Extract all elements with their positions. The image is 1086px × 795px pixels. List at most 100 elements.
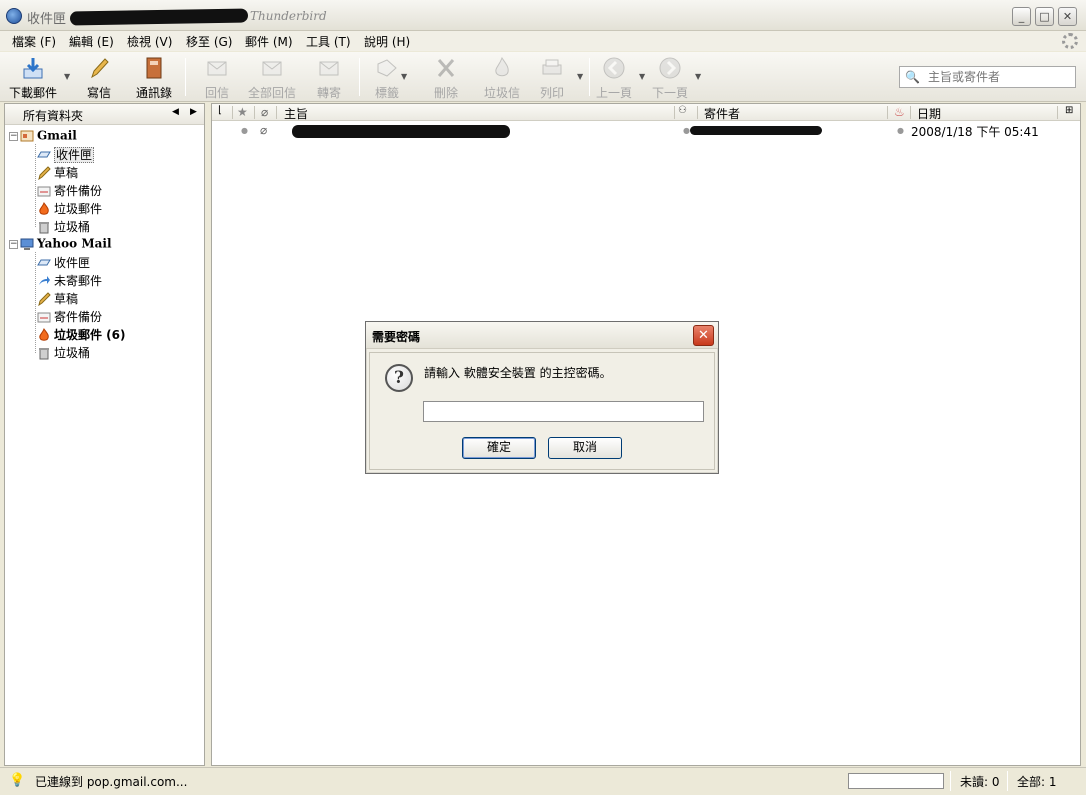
search-icon[interactable]: 🔍 xyxy=(905,70,920,84)
outbox-icon xyxy=(39,275,50,285)
get-mail-dropdown-icon[interactable]: ▼ xyxy=(64,72,70,81)
folder-pane-header: 所有資料夾 ◀ ▶ xyxy=(5,104,204,125)
status-text: 已連線到 pop.gmail.com... xyxy=(35,775,188,789)
close-window-button[interactable]: ✕ xyxy=(1058,7,1077,26)
folder-pane: 所有資料夾 ◀ ▶ − Gmail 收件匣 草稿 寄件備份 垃圾郵件 垃圾桶 −… xyxy=(4,103,205,766)
folder-yahoo-junk[interactable]: 垃圾郵件 (6) xyxy=(37,326,126,344)
next-dropdown-icon[interactable]: ▼ xyxy=(695,72,701,81)
junk-status-column-icon[interactable]: ♨ xyxy=(894,105,905,120)
back-dropdown-icon[interactable]: ▼ xyxy=(639,72,645,81)
reply-all-button[interactable]: 全部回信 xyxy=(246,56,298,100)
date-column-header[interactable]: 日期 xyxy=(917,105,941,121)
thread-columns-header: ⌊ ★ ⌀ 主旨 ⚇ 寄件者 ♨ 日期 ⊞ xyxy=(212,104,1080,121)
account-gmail[interactable]: Gmail xyxy=(20,128,77,146)
compose-button[interactable]: 寫信 xyxy=(80,56,118,100)
print-button[interactable]: 列印 xyxy=(537,56,567,100)
subject-column-header[interactable]: 主旨 xyxy=(284,105,308,121)
folder-yahoo-outbox[interactable]: 未寄郵件 xyxy=(37,272,102,290)
folder-yahoo-drafts[interactable]: 草稿 xyxy=(37,290,78,308)
folder-view-next-icon[interactable]: ▶ xyxy=(190,107,197,117)
folder-gmail-inbox[interactable]: 收件匣 xyxy=(37,146,95,164)
trash-icon xyxy=(39,221,49,233)
folder-yahoo-inbox[interactable]: 收件匣 xyxy=(37,254,90,272)
offline-status-bulb-icon[interactable]: 💡 xyxy=(9,773,25,788)
sent-icon xyxy=(37,186,51,196)
sender-column-header[interactable]: 寄件者 xyxy=(704,105,740,121)
menu-edit[interactable]: 編輯 (E) xyxy=(69,33,114,50)
get-mail-button[interactable]: 下載郵件 xyxy=(8,56,58,100)
cancel-button[interactable]: 取消 xyxy=(548,437,622,459)
thread-column-icon[interactable]: ⌊ xyxy=(218,105,222,120)
title-bar: 收件匣 Thunderbird _ □ ✕ xyxy=(0,0,1086,31)
dialog-message: 請輸入 軟體安全裝置 的主控密碼。 xyxy=(424,366,612,380)
message-row[interactable]: ● ⌀ ● ● 2008/1/18 下午 05:41 xyxy=(212,122,1080,140)
ok-button[interactable]: 確定 xyxy=(462,437,536,459)
sent-icon xyxy=(37,312,51,322)
drafts-icon xyxy=(38,165,51,180)
thunderbird-app-icon xyxy=(6,8,22,24)
delete-button[interactable]: 刪除 xyxy=(431,56,461,100)
menu-tools[interactable]: 工具 (T) xyxy=(306,33,351,50)
folder-view-prev-icon[interactable]: ◀ xyxy=(172,107,179,117)
junk-icon xyxy=(39,201,49,215)
inbox-icon xyxy=(37,151,51,157)
menu-help[interactable]: 說明 (H) xyxy=(364,33,410,50)
inbox-icon xyxy=(37,259,51,265)
reply-all-icon xyxy=(262,61,282,76)
star-dot-icon[interactable]: ● xyxy=(241,126,248,135)
unread-count: 未讀: 0 xyxy=(960,775,1000,789)
junk-flame-icon xyxy=(495,56,509,77)
read-dot-icon[interactable]: ● xyxy=(683,126,690,135)
column-picker-icon[interactable]: ⊞ xyxy=(1065,105,1073,120)
redacted-sender xyxy=(690,126,822,135)
junk-dot-icon[interactable]: ● xyxy=(897,126,904,135)
forward-button[interactable]: 轉寄 xyxy=(313,56,345,100)
junk-icon xyxy=(39,327,49,341)
back-button[interactable]: 上一頁 xyxy=(596,56,632,100)
window-app-name: Thunderbird xyxy=(250,9,327,23)
dialog-close-button[interactable]: ✕ xyxy=(693,325,714,346)
attachment-column-icon[interactable]: ⌀ xyxy=(261,105,268,120)
trash-icon xyxy=(39,347,49,359)
tag-button[interactable]: 標籤 xyxy=(372,56,402,100)
tag-dropdown-icon[interactable]: ▼ xyxy=(401,72,407,81)
address-book-icon xyxy=(146,57,162,79)
message-date: 2008/1/18 下午 05:41 xyxy=(911,125,1039,139)
maximize-button[interactable]: □ xyxy=(1035,7,1054,26)
folder-gmail-drafts[interactable]: 草稿 xyxy=(37,164,78,182)
computer-account-icon xyxy=(20,238,34,250)
read-status-column-icon[interactable]: ⚇ xyxy=(678,105,687,120)
dialog-body: ? 請輸入 軟體安全裝置 的主控密碼。 確定 取消 xyxy=(369,352,715,470)
junk-button[interactable]: 垃圾信 xyxy=(482,56,522,100)
reply-icon xyxy=(207,61,227,76)
yahoo-collapse-toggle[interactable]: − xyxy=(9,240,18,249)
folder-gmail-junk[interactable]: 垃圾郵件 xyxy=(37,200,102,218)
reply-button[interactable]: 回信 xyxy=(200,56,234,100)
mail-account-icon xyxy=(20,130,34,141)
master-password-input[interactable] xyxy=(423,401,704,422)
minimize-button[interactable]: _ xyxy=(1012,7,1031,26)
menu-file[interactable]: 檔案 (F) xyxy=(12,33,56,50)
account-yahoo-mail[interactable]: Yahoo Mail xyxy=(20,236,112,254)
attachment-icon: ⌀ xyxy=(260,123,268,137)
gmail-collapse-toggle[interactable]: − xyxy=(9,132,18,141)
dialog-title: 需要密碼 xyxy=(372,330,421,344)
menu-go[interactable]: 移至 (G) xyxy=(186,33,232,50)
print-dropdown-icon[interactable]: ▼ xyxy=(577,72,583,81)
quick-search-box[interactable]: 🔍 xyxy=(899,66,1076,88)
folder-yahoo-sent[interactable]: 寄件備份 xyxy=(37,308,102,326)
next-button[interactable]: 下一頁 xyxy=(652,56,688,100)
folder-yahoo-trash[interactable]: 垃圾桶 xyxy=(37,344,90,362)
printer-icon xyxy=(542,59,562,75)
quick-search-input[interactable] xyxy=(928,69,1072,85)
star-column-icon[interactable]: ★ xyxy=(237,105,248,120)
redacted-title-text xyxy=(69,8,249,26)
address-book-button[interactable]: 通訊錄 xyxy=(132,56,176,100)
folder-gmail-sent[interactable]: 寄件備份 xyxy=(37,182,102,200)
folder-gmail-trash[interactable]: 垃圾桶 xyxy=(37,218,90,236)
download-mail-icon xyxy=(23,58,43,79)
menu-message[interactable]: 郵件 (M) xyxy=(245,33,293,50)
menu-view[interactable]: 檢視 (V) xyxy=(127,33,172,50)
redacted-subject xyxy=(292,125,510,138)
tag-icon xyxy=(377,59,397,77)
